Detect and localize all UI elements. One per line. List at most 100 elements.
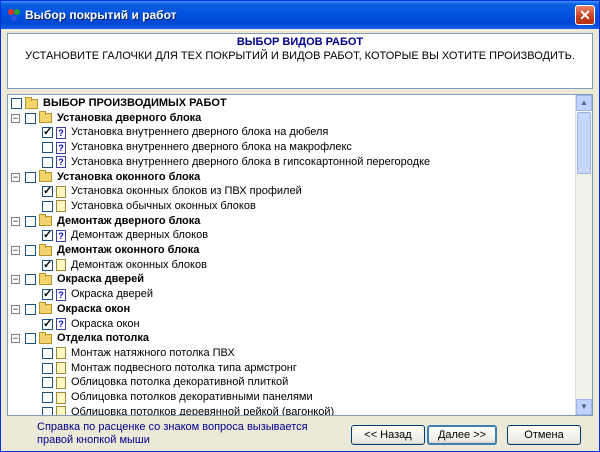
tree-item-label: Облицовка потолков декоративными панелям… [71,391,313,403]
tree-item[interactable]: Монтаж натяжного потолка ПВХ [42,346,235,361]
document-icon [56,376,66,389]
tree-item[interactable]: Облицовка потолков декоративными панелям… [42,390,313,405]
collapse-icon[interactable]: − [11,304,20,314]
group-checkbox[interactable] [25,303,36,315]
collapse-icon[interactable]: − [11,334,20,344]
help-question-icon[interactable]: ? [56,156,66,169]
tree-item[interactable]: ? Демонтаж дверных блоков [42,228,208,243]
item-checkbox[interactable] [42,228,53,243]
collapse-icon[interactable]: − [11,172,20,182]
tree-item[interactable]: Установка оконных блоков из ПВХ профилей [42,184,302,199]
folder-icon [39,170,52,182]
help-question-icon[interactable]: ? [56,229,66,242]
tree-group-label: Отделка потолка [57,332,149,345]
folder-icon [39,302,52,315]
works-tree[interactable]: ВЫБОР ПРОИЗВОДИМЫХ РАБОТ − Установка дверн… [8,95,578,415]
tree-item[interactable]: ? Установка внутреннего дверного блока на… [42,125,328,140]
item-checkbox[interactable] [42,347,53,359]
tree-item-label: Установка оконных блоков из ПВХ профилей [71,185,302,198]
folder-icon [39,272,52,285]
root-checkbox[interactable] [11,98,22,109]
collapse-icon[interactable]: − [11,216,20,226]
help-question-icon[interactable]: ? [56,141,66,154]
tree-item[interactable]: Установка обычных оконных блоков [42,199,256,214]
tree-group-label: Демонтаж дверного блока [57,214,201,227]
tree-item[interactable]: ? Установка внутреннего дверного блока в … [42,155,430,170]
tree-item-label: Монтаж натяжного потолка ПВХ [71,346,235,359]
document-icon [56,347,66,360]
group-checkbox[interactable] [25,215,36,227]
tree-item-label: Установка внутреннего дверного блока в г… [71,155,431,168]
document-icon [56,259,66,272]
tree-item-label: Демонтаж оконных блоков [71,258,207,271]
item-checkbox[interactable] [42,125,53,140]
tree-group[interactable]: Демонтаж дверного блока [25,214,200,229]
tree-item[interactable]: ? Окраска окон [42,317,140,332]
scrollbar-thumb[interactable] [577,112,591,174]
tree-group-label: Установка дверного блока [57,111,202,124]
document-icon [56,200,66,213]
item-checkbox[interactable] [42,406,53,415]
info-text: УСТАНОВИТЕ ГАЛОЧКИ ДЛЯ ТЕХ ПОКРЫТИЙ И ВИ… [25,50,575,62]
folder-icon [39,243,52,256]
item-checkbox[interactable] [42,287,53,302]
document-icon [56,362,66,375]
tree-group[interactable]: Окраска дверей [25,272,144,287]
tree-item-label: Окраска дверей [71,288,153,301]
collapse-icon[interactable]: − [11,246,20,255]
tree-item-label: Окраска окон [71,317,140,330]
close-button[interactable]: ✕ [575,5,595,25]
folder-icon [39,111,52,124]
document-icon [56,391,66,404]
collapse-icon[interactable]: − [11,275,20,285]
tree-item-label: Демонтаж дверных блоков [71,229,209,242]
group-checkbox[interactable] [25,245,36,256]
item-checkbox[interactable] [42,317,53,332]
item-checkbox[interactable] [42,156,53,168]
item-checkbox[interactable] [42,362,53,374]
next-button[interactable]: Далее >> [427,425,497,445]
help-question-icon[interactable]: ? [56,318,66,330]
tree-item-label: Установка обычных оконных блоков [71,199,256,212]
scroll-down-arrow-icon[interactable]: ▼ [576,399,592,415]
tree-item-label: Монтаж подвесного потолка типа армстронг [71,361,297,374]
group-checkbox[interactable] [25,112,36,124]
item-checkbox[interactable] [42,392,53,403]
tree-group[interactable]: Демонтаж оконного блока [25,243,199,258]
item-checkbox[interactable] [42,200,53,212]
tree-group[interactable]: Установка оконного блока [25,170,200,185]
tree-item[interactable]: Демонтаж оконных блоков [42,258,207,273]
tree-root[interactable]: ВЫБОР ПРОИЗВОДИМЫХ РАБОТ [11,96,227,111]
tree-group[interactable]: Окраска окон [25,302,130,317]
tree-item[interactable]: ? Установка внутреннего дверного блока на… [42,140,352,155]
works-tree-panel: ВЫБОР ПРОИЗВОДИМЫХ РАБОТ − Установка дверн… [7,94,593,416]
item-checkbox[interactable] [42,184,53,199]
app-icon [8,9,20,21]
help-question-icon[interactable]: ? [56,288,66,301]
dialog-window: Выбор покрытий и работ ✕ ВЫБОР ВИДОВ РАБ… [0,0,600,452]
tree-item[interactable]: Облицовка потолка декоративной плиткой [42,375,288,390]
group-checkbox[interactable] [25,333,36,345]
tree-item[interactable]: ? Окраска дверей [42,287,153,302]
tree-item-label: Установка внутреннего дверного блока на … [71,141,352,154]
collapse-icon[interactable]: − [11,113,20,123]
back-button[interactable]: << Назад [351,425,425,445]
tree-item-label: Облицовка потолков деревянной рейкой (ва… [71,405,335,415]
title-bar[interactable]: Выбор покрытий и работ ✕ [1,1,599,29]
item-checkbox[interactable] [42,377,53,389]
info-title: ВЫБОР ВИДОВ РАБОТ [236,36,364,48]
group-checkbox[interactable] [25,274,36,286]
folder-icon [39,331,52,344]
group-checkbox[interactable] [25,171,36,183]
vertical-scrollbar[interactable]: ▲ ▼ [575,95,592,415]
tree-group[interactable]: Установка дверного блока [25,111,201,126]
folder-icon [25,96,38,109]
item-checkbox[interactable] [42,258,53,273]
help-question-icon[interactable]: ? [56,126,66,139]
item-checkbox[interactable] [42,142,53,154]
tree-item[interactable]: Монтаж подвесного потолка типа армстронг [42,361,297,376]
scroll-up-arrow-icon[interactable]: ▲ [576,95,592,111]
cancel-button[interactable]: Отмена [507,425,581,445]
tree-item[interactable]: Облицовка потолков деревянной рейкой (ва… [42,405,334,415]
tree-group[interactable]: Отделка потолка [25,331,149,346]
